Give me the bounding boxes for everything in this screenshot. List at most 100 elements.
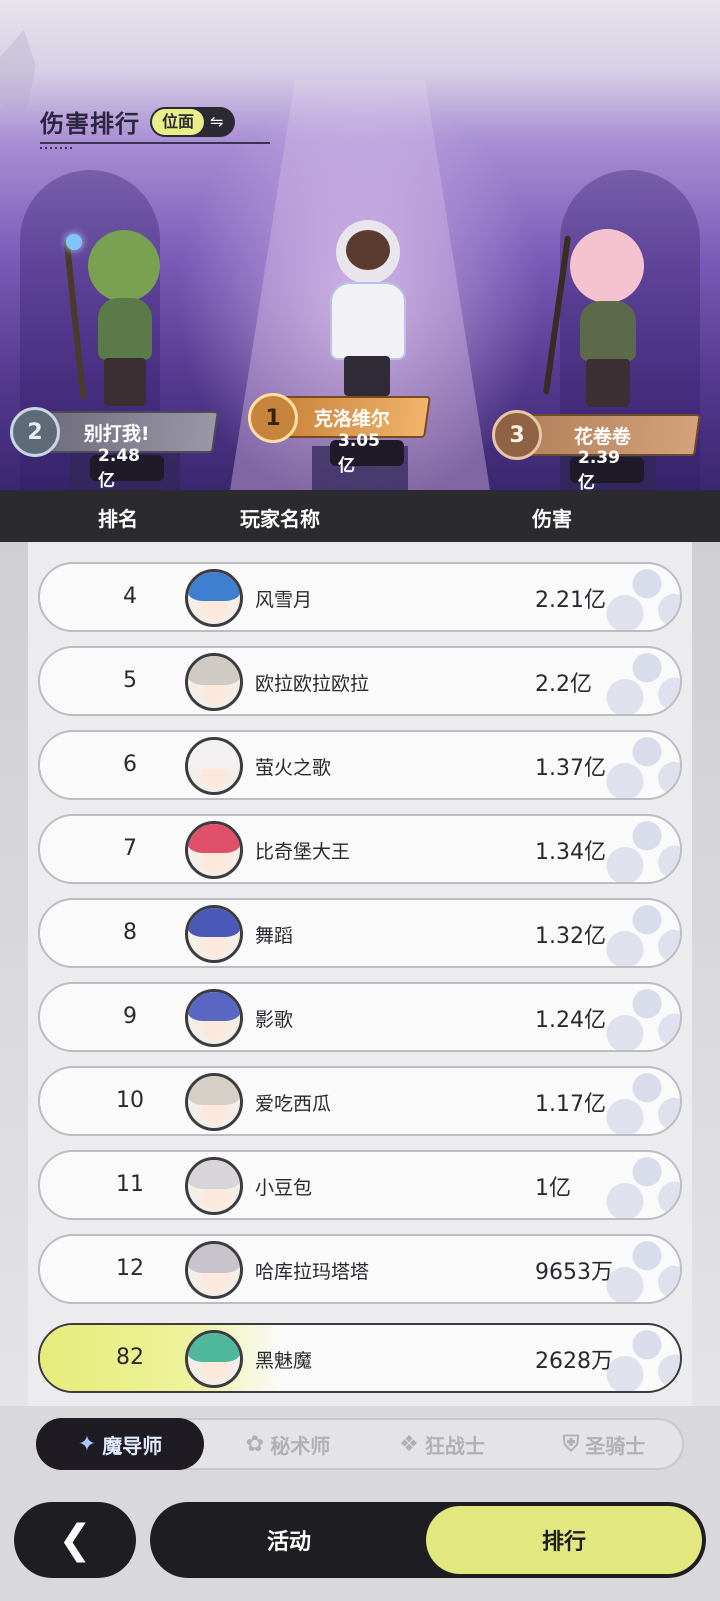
table-row[interactable]: 8 舞蹈 1.32亿 [38,898,682,968]
row-player-name: 欧拉欧拉欧拉 [255,673,370,695]
scope-label: 位面 [152,108,205,135]
row-rank: 8 [123,920,137,945]
row-damage: 1.24亿 [535,1008,606,1033]
avatar-hair [188,992,240,1021]
row-player-name: 黑魅魔 [255,1350,313,1372]
podium-banner: 伤害排行 位面 ⇋ 别打我! 2 2.48亿 克洛维尔 1 3.05亿 花卷卷 … [0,0,720,490]
row-ornament [570,1152,680,1218]
avatar-hair [188,1160,240,1189]
avatar[interactable] [185,1157,243,1215]
bottom-nav: 活动 排行 [150,1502,706,1578]
tab-label: 圣骑士 [585,1433,646,1458]
row-rank: 5 [123,668,137,693]
tab-label: 魔导师 [102,1433,163,1458]
table-row[interactable]: 9 影歌 1.24亿 [38,982,682,1052]
self-rank-row[interactable]: 82 黑魅魔 2628万 [38,1323,682,1393]
row-rank: 7 [123,836,137,861]
avatar-hair [188,1333,240,1362]
avatar[interactable] [185,569,243,627]
row-rank: 4 [123,584,137,609]
avatar[interactable] [185,653,243,711]
row-player-name: 风雪月 [255,589,313,611]
row-player-name: 萤火之歌 [255,757,332,779]
row-player-name: 影歌 [255,1009,294,1031]
row-rank: 6 [123,752,137,777]
table-header: 排名 玩家名称 伤害 [0,490,720,542]
rank-1-badge: 1 [248,393,298,443]
third-place-damage: 2.39亿 [570,448,644,490]
row-player-name: 哈库拉玛塔塔 [255,1261,370,1283]
avatar[interactable] [185,989,243,1047]
row-damage: 9653万 [535,1260,613,1285]
tab-activity[interactable]: 活动 [150,1502,428,1578]
tab-mage[interactable]: ✦ 魔导师 [36,1418,204,1470]
avatar-hair [188,656,240,685]
column-player-name: 玩家名称 [240,507,320,531]
table-row[interactable]: 11 小豆包 1亿 [38,1150,682,1220]
second-place-damage: 2.48亿 [90,446,164,490]
row-damage: 1.34亿 [535,840,606,865]
swap-icon: ⇋ [210,111,224,131]
mage-icon: ✦ [77,1431,97,1457]
highlight-glow [40,1325,280,1391]
third-place-name: 花卷卷 [574,425,632,448]
avatar[interactable] [185,1073,243,1131]
avatar[interactable] [185,905,243,963]
table-row[interactable]: 5 欧拉欧拉欧拉 2.2亿 [38,646,682,716]
row-damage: 1.32亿 [535,924,606,949]
rank-3-badge: 3 [492,410,542,460]
avatar-hair [188,824,240,853]
arcanist-icon: ✿ [245,1431,265,1457]
third-place-character[interactable] [540,215,670,410]
table-row[interactable]: 10 爱吃西瓜 1.17亿 [38,1066,682,1136]
staff-icon [542,235,572,395]
row-damage: 1.37亿 [535,756,606,781]
tab-ranking[interactable]: 排行 [426,1506,702,1574]
tab-label: 秘术师 [270,1433,331,1458]
row-rank: 10 [116,1088,144,1113]
bottom-bar: ❮ 活动 排行 [0,1486,720,1601]
avatar[interactable] [185,1330,243,1388]
back-button[interactable]: ❮ [14,1502,136,1578]
tab-label: 狂战士 [424,1433,485,1458]
title-dots [40,147,72,149]
tab-berserker[interactable]: ❖ 狂战士 [372,1418,512,1470]
avatar[interactable] [185,737,243,795]
paladin-icon: ⛨ [562,1431,580,1457]
first-place-character[interactable] [300,190,430,400]
avatar-hair [188,908,240,937]
avatar[interactable] [185,1241,243,1299]
first-place-name: 克洛维尔 [314,407,391,430]
row-damage: 1亿 [535,1176,571,1201]
table-row[interactable]: 12 哈库拉玛塔塔 9653万 [38,1234,682,1304]
page-title: 伤害排行 [40,110,140,138]
row-rank: 11 [116,1172,144,1197]
row-player-name: 舞蹈 [255,925,294,947]
first-place-damage: 3.05亿 [330,431,404,476]
row-rank: 82 [116,1345,144,1370]
table-row[interactable]: 6 萤火之歌 1.37亿 [38,730,682,800]
row-rank: 12 [116,1256,144,1281]
avatar-hair [188,740,240,769]
avatar[interactable] [185,821,243,879]
second-place-character[interactable] [60,210,180,410]
row-player-name: 小豆包 [255,1177,313,1199]
back-arrow-icon: ❮ [58,1517,92,1563]
table-row[interactable]: 4 风雪月 2.21亿 [38,562,682,632]
row-damage: 2.2亿 [535,672,592,697]
class-tab-bar: ✦ 魔导师 ✿ 秘术师 ❖ 狂战士 ⛨ 圣骑士 [36,1418,684,1470]
column-rank: 排名 [98,507,138,531]
rank-2-badge: 2 [10,407,60,457]
row-damage: 1.17亿 [535,1092,606,1117]
table-row[interactable]: 7 比奇堡大王 1.34亿 [38,814,682,884]
row-damage: 2.21亿 [535,588,606,613]
avatar-hair [188,1244,240,1273]
row-player-name: 比奇堡大王 [255,841,351,863]
tab-arcanist[interactable]: ✿ 秘术师 [218,1418,358,1470]
avatar-hair [188,572,240,601]
staff-icon [63,240,87,400]
tab-paladin[interactable]: ⛨ 圣骑士 [534,1418,674,1470]
scope-toggle-button[interactable]: 位面 ⇋ [150,106,236,137]
row-damage: 2628万 [535,1349,613,1374]
berserker-icon: ❖ [399,1431,419,1457]
